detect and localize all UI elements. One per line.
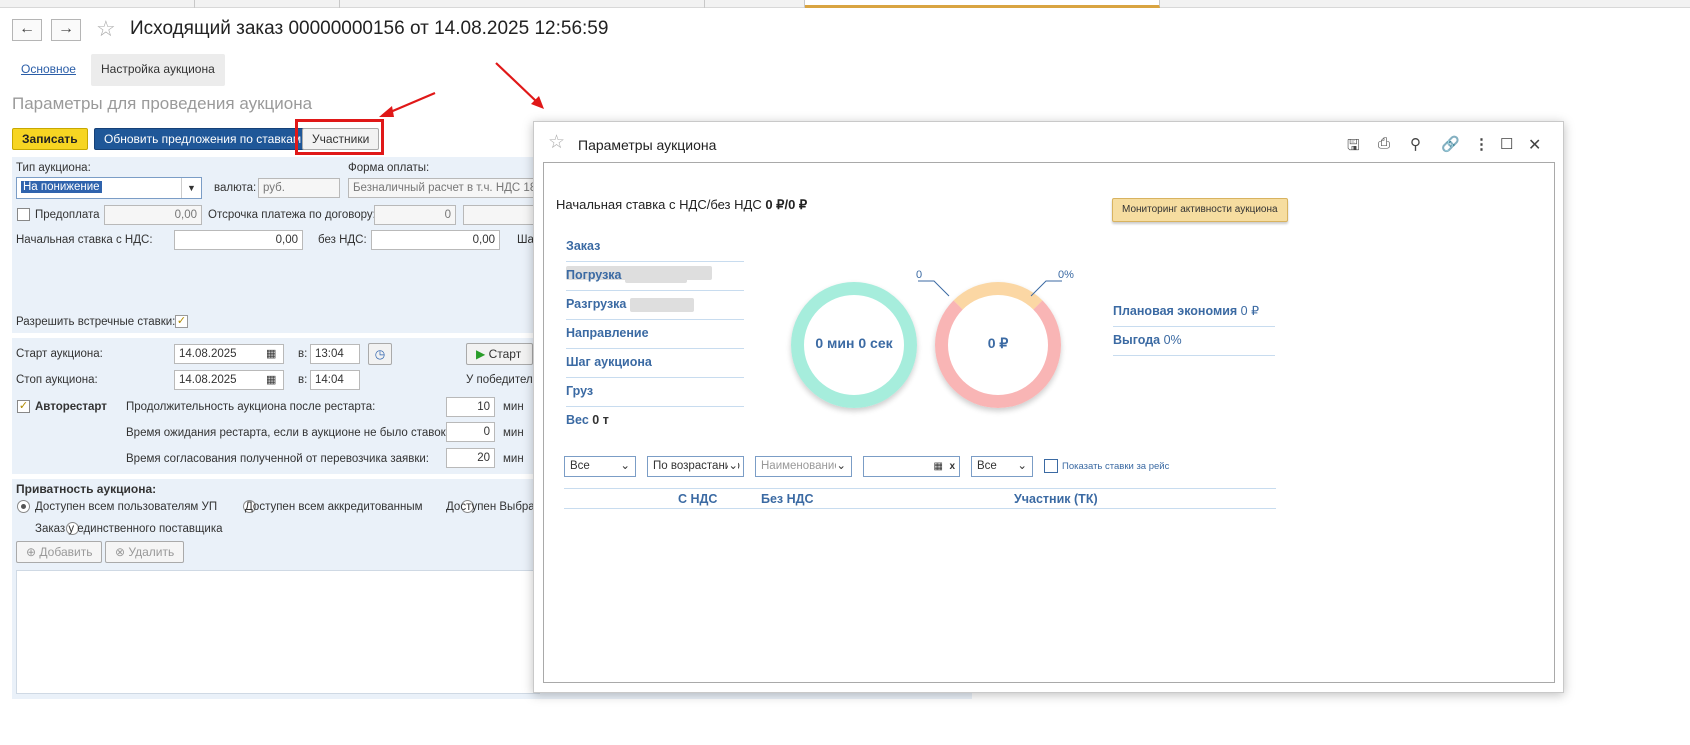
sort-value: По возрастанию <box>653 460 740 472</box>
show-bids-checkbox[interactable] <box>1044 459 1058 473</box>
bids-table-header: С НДС Без НДС Участник (ТК) <box>564 488 1276 509</box>
clear-icon[interactable]: x <box>949 457 955 476</box>
save-icon[interactable]: 🖫 <box>1347 135 1360 160</box>
name-filter-select[interactable]: Наименование ⌄ <box>755 456 852 477</box>
planned-saving-value: 0 ₽ <box>1240 304 1260 318</box>
timer-value: 0 мин 0 сек <box>815 335 893 351</box>
info-order[interactable]: Заказ <box>566 233 744 280</box>
info-weight[interactable]: Вес 0 т <box>566 407 744 436</box>
info-cargo[interactable]: Груз <box>566 378 744 407</box>
chevron-down-icon: ⌄ <box>728 457 738 476</box>
maximize-icon[interactable]: ☐ <box>1500 135 1513 153</box>
col-vat: С НДС <box>678 492 718 506</box>
modal-title: Параметры аукциона <box>578 137 717 153</box>
chevron-down-icon: ⌄ <box>620 460 630 472</box>
chevron-down-icon: ⌄ <box>1017 460 1027 472</box>
preview-icon[interactable]: ⚲ <box>1410 135 1421 153</box>
auction-params-modal: ☆ Параметры аукциона 🖫 ⎙ ⚲ 🔗 ⋮ ☐ ✕ Начал… <box>533 121 1564 693</box>
calendar-icon[interactable]: ▦ <box>934 457 943 476</box>
sort-select[interactable]: По возрастанию ⌄ <box>647 456 744 477</box>
name-filter-placeholder: Наименование <box>761 460 841 472</box>
col-novat: Без НДС <box>761 492 814 506</box>
info-unloading-label: Разгрузка <box>566 297 627 311</box>
planned-saving-label: Плановая экономия <box>1113 304 1238 318</box>
benefit-value: 0% <box>1163 333 1182 347</box>
favorite-star-icon[interactable]: ☆ <box>548 132 565 154</box>
info-unloading[interactable]: Разгрузка <box>566 291 744 320</box>
filter-all-value: Все <box>570 460 590 472</box>
blurred-value <box>629 297 694 312</box>
print-icon[interactable]: ⎙ <box>1378 135 1390 152</box>
gauge-leader-line <box>1030 280 1062 297</box>
annotation-arrow-head <box>379 106 394 117</box>
planned-saving: Плановая экономия 0 ₽ <box>1113 298 1275 327</box>
rub-gauge-value: 0 ₽ <box>987 335 1009 351</box>
blurred-value <box>625 268 687 283</box>
annotation-arrow-line <box>495 62 538 103</box>
info-loading[interactable]: Погрузка <box>566 262 744 291</box>
monitor-activity-button[interactable]: Мониторинг активности аукциона <box>1112 198 1288 222</box>
modal-start-rate-value: 0 ₽/0 ₽ <box>765 197 808 212</box>
info-weight-value: 0 т <box>592 413 609 427</box>
close-icon[interactable]: ✕ <box>1528 135 1541 155</box>
benefit: Выгода 0% <box>1113 327 1275 356</box>
info-step[interactable]: Шаг аукциона <box>566 349 744 378</box>
col-participant: Участник (ТК) <box>1014 492 1098 506</box>
filter-all2-select[interactable]: Все ⌄ <box>971 456 1033 477</box>
info-loading-label: Погрузка <box>566 268 622 282</box>
modal-start-rate-label: Начальная ставка с НДС/без НДС <box>556 197 762 212</box>
info-order-label: Заказ <box>566 239 601 253</box>
annotation-arrow-line <box>387 91 436 115</box>
info-weight-label: Вес <box>566 413 589 427</box>
gauge-leader-line <box>918 280 950 297</box>
more-icon[interactable]: ⋮ <box>1474 135 1489 153</box>
show-bids-label: Показать ставки за рейс <box>1062 461 1170 472</box>
link-icon[interactable]: 🔗 <box>1441 135 1460 153</box>
modal-start-rate: Начальная ставка с НДС/без НДС 0 ₽/0 ₽ <box>556 197 807 213</box>
filter-all2-value: Все <box>977 460 997 472</box>
filter-all-select[interactable]: Все ⌄ <box>564 456 636 477</box>
gauge-left-label: 0 <box>916 269 923 281</box>
benefit-label: Выгода <box>1113 333 1161 347</box>
modal-content: Начальная ставка с НДС/без НДС 0 ₽/0 ₽ М… <box>543 162 1555 683</box>
date-filter-field[interactable]: ▦ x <box>863 456 960 477</box>
info-direction[interactable]: Направление <box>566 320 744 349</box>
chevron-down-icon: ⌄ <box>836 457 846 476</box>
gauge-right-label: 0% <box>1058 269 1074 281</box>
